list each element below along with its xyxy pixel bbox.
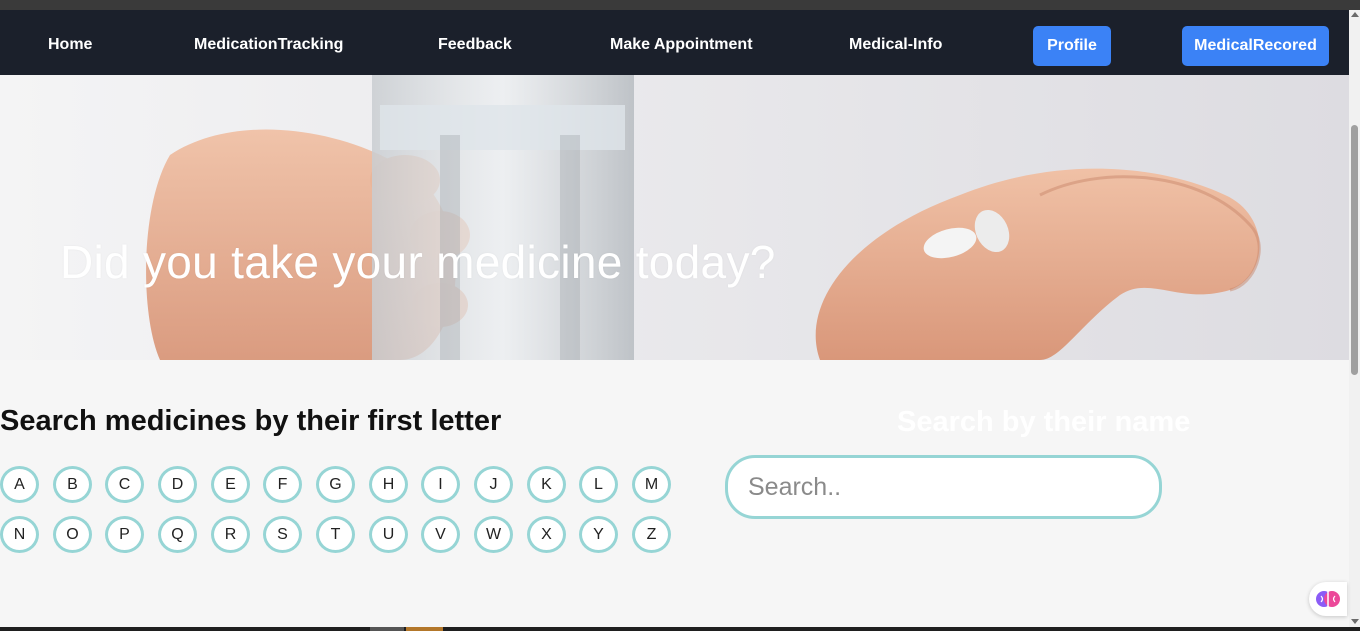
letter-button-p[interactable]: P bbox=[105, 516, 144, 553]
nav-make-appointment-link[interactable]: Make Appointment bbox=[610, 10, 753, 75]
letter-button-s[interactable]: S bbox=[263, 516, 302, 553]
scroll-thumb[interactable] bbox=[1351, 125, 1358, 375]
letter-button-b[interactable]: B bbox=[53, 466, 92, 503]
nav-home-link[interactable]: Home bbox=[48, 10, 92, 75]
scroll-down-arrow-icon[interactable] bbox=[1351, 619, 1359, 624]
navbar: Home MedicationTracking Feedback Make Ap… bbox=[0, 10, 1349, 75]
extension-button[interactable] bbox=[1309, 582, 1347, 616]
taskbar-item-active bbox=[406, 627, 443, 631]
letter-search-heading: Search medicines by their first letter bbox=[0, 405, 502, 437]
taskbar-item bbox=[370, 627, 404, 631]
letter-button-u[interactable]: U bbox=[369, 516, 408, 553]
medicine-search-input[interactable] bbox=[725, 455, 1162, 519]
nav-medication-tracking-link[interactable]: MedicationTracking bbox=[194, 10, 343, 75]
browser-bottom-bar bbox=[0, 627, 1360, 631]
letter-button-c[interactable]: C bbox=[105, 466, 144, 503]
letter-button-d[interactable]: D bbox=[158, 466, 197, 503]
page-scrollbar[interactable] bbox=[1349, 10, 1360, 627]
letter-button-j[interactable]: J bbox=[474, 466, 513, 503]
letter-button-e[interactable]: E bbox=[211, 466, 250, 503]
letter-button-q[interactable]: Q bbox=[158, 516, 197, 553]
letter-button-z[interactable]: Z bbox=[632, 516, 671, 553]
browser-top-strip bbox=[0, 0, 1360, 10]
nav-feedback-link[interactable]: Feedback bbox=[438, 10, 512, 75]
letter-button-l[interactable]: L bbox=[579, 466, 618, 503]
profile-button[interactable]: Profile bbox=[1033, 26, 1111, 66]
letter-button-x[interactable]: X bbox=[527, 516, 566, 553]
brain-icon bbox=[1316, 591, 1340, 607]
letter-button-r[interactable]: R bbox=[211, 516, 250, 553]
letter-button-g[interactable]: G bbox=[316, 466, 355, 503]
letter-button-a[interactable]: A bbox=[0, 466, 39, 503]
letter-button-y[interactable]: Y bbox=[579, 516, 618, 553]
letter-button-o[interactable]: O bbox=[53, 516, 92, 553]
letter-button-v[interactable]: V bbox=[421, 516, 460, 553]
hero-title: Did you take your medicine today? bbox=[60, 236, 776, 288]
hero-image bbox=[0, 75, 1349, 360]
letter-button-m[interactable]: M bbox=[632, 466, 671, 503]
letter-button-k[interactable]: K bbox=[527, 466, 566, 503]
letter-button-f[interactable]: F bbox=[263, 466, 302, 503]
letter-button-h[interactable]: H bbox=[369, 466, 408, 503]
letter-button-i[interactable]: I bbox=[421, 466, 460, 503]
hero-banner: Did you take your medicine today? bbox=[0, 75, 1349, 360]
search-content: Search medicines by their first letter A… bbox=[0, 360, 1349, 627]
letter-button-n[interactable]: N bbox=[0, 516, 39, 553]
scroll-up-arrow-icon[interactable] bbox=[1351, 12, 1359, 17]
name-search-heading: Search by their name bbox=[897, 406, 1191, 438]
nav-medical-info-link[interactable]: Medical-Info bbox=[849, 10, 942, 75]
letter-button-w[interactable]: W bbox=[474, 516, 513, 553]
letter-button-t[interactable]: T bbox=[316, 516, 355, 553]
medical-record-button[interactable]: MedicalRecored bbox=[1182, 26, 1329, 66]
